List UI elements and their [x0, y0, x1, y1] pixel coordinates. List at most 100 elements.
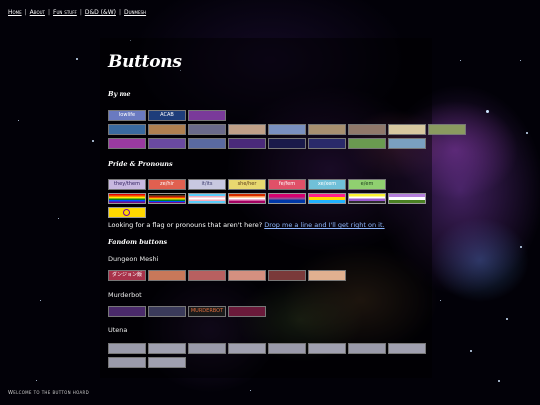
button-88x31[interactable] [108, 306, 146, 317]
button-88x31[interactable] [308, 124, 346, 135]
button-88x31[interactable] [388, 138, 426, 149]
button-88x31[interactable] [148, 138, 186, 149]
fandom-title-utena: Utena [108, 326, 128, 334]
request-note-text: Looking for a flag or pronouns that aren… [108, 221, 263, 229]
nav-separator: | [118, 9, 121, 16]
button-88x31[interactable]: ダンジョン飯 [108, 270, 146, 281]
button-88x31[interactable] [188, 110, 226, 121]
button-88x31[interactable] [148, 357, 186, 368]
button-88x31[interactable] [228, 306, 266, 317]
star [520, 246, 522, 248]
star [18, 120, 19, 121]
nav-fun-stuff-link[interactable]: Fun stuff [53, 9, 77, 16]
button-88x31[interactable] [228, 124, 266, 135]
button-88x31[interactable] [308, 343, 346, 354]
button-88x31[interactable] [348, 124, 386, 135]
top-nav: Home | About | Fun stuff | D&D (&W) | Dunmesh [8, 9, 146, 16]
button-88x31[interactable]: ACAB [148, 110, 186, 121]
button-88x31[interactable] [108, 343, 146, 354]
button-88x31[interactable] [308, 138, 346, 149]
flag-ring [123, 209, 130, 216]
star [526, 132, 528, 134]
pride-flag-button[interactable] [188, 193, 226, 204]
flag-row [108, 207, 146, 218]
fandom-title-murderbot: Murderbot [108, 291, 142, 299]
pride-flag-button[interactable] [108, 207, 146, 218]
star [498, 380, 500, 382]
button-88x31[interactable] [188, 124, 226, 135]
flag-row [108, 193, 426, 204]
button-88x31[interactable]: ze/hir [148, 179, 186, 190]
button-88x31[interactable] [188, 138, 226, 149]
nav-dunmesh-link[interactable]: Dunmesh [124, 9, 146, 16]
button-88x31[interactable] [108, 124, 146, 135]
pride-flag-button[interactable] [108, 193, 146, 204]
star [36, 380, 37, 381]
button-88x31[interactable] [268, 124, 306, 135]
nav-about-link[interactable]: About [30, 9, 45, 16]
star [506, 318, 508, 320]
section-heading-by-me: By me [108, 90, 131, 98]
pride-flag-button[interactable] [228, 193, 266, 204]
fandom-row: ダンジョン飯 [108, 270, 346, 281]
button-88x31[interactable] [308, 270, 346, 281]
contact-link[interactable]: Drop me a line and I'll get right on it. [264, 221, 384, 229]
button-88x31[interactable]: e/em [348, 179, 386, 190]
content-panel [100, 38, 432, 378]
button-88x31[interactable] [188, 270, 226, 281]
button-88x31[interactable]: it/its [188, 179, 226, 190]
button-88x31[interactable]: fe/fem [268, 179, 306, 190]
button-88x31[interactable]: MURDERBOT [188, 306, 226, 317]
pride-flag-button[interactable] [388, 193, 426, 204]
button-88x31[interactable] [148, 270, 186, 281]
fandom-row [108, 343, 426, 354]
button-88x31[interactable] [228, 138, 266, 149]
by-me-row [108, 124, 466, 135]
button-88x31[interactable]: she/her [228, 179, 266, 190]
button-88x31[interactable] [188, 343, 226, 354]
button-88x31[interactable] [268, 138, 306, 149]
pronoun-row: they/them ze/hir it/its she/her fe/fem xe/xem… [108, 179, 386, 190]
button-88x31[interactable] [108, 357, 146, 368]
star [92, 140, 94, 142]
nav-separator: | [24, 9, 27, 16]
page-title: Buttons [108, 52, 182, 72]
button-88x31[interactable] [228, 343, 266, 354]
by-me-row [108, 138, 426, 149]
button-88x31[interactable]: lowlife [108, 110, 146, 121]
button-88x31[interactable] [148, 306, 186, 317]
button-88x31[interactable] [428, 124, 466, 135]
section-heading-pride: Pride & Pronouns [108, 160, 173, 168]
star [250, 390, 251, 391]
pride-flag-button[interactable] [308, 193, 346, 204]
button-88x31[interactable] [348, 138, 386, 149]
star [460, 60, 461, 61]
by-me-row: lowlife ACAB [108, 110, 226, 121]
pride-flag-button[interactable] [268, 193, 306, 204]
star [58, 218, 59, 219]
nav-separator: | [79, 9, 82, 16]
button-88x31[interactable]: xe/xem [308, 179, 346, 190]
fandom-row: MURDERBOT [108, 306, 266, 317]
nav-dnd-link[interactable]: D&D (&W) [85, 9, 116, 16]
button-88x31[interactable]: they/them [108, 179, 146, 190]
button-88x31[interactable] [388, 124, 426, 135]
nav-home-link[interactable]: Home [8, 9, 22, 16]
star [440, 300, 441, 301]
button-88x31[interactable] [268, 343, 306, 354]
button-88x31[interactable] [348, 343, 386, 354]
button-88x31[interactable] [148, 124, 186, 135]
fandom-row [108, 357, 186, 368]
button-88x31[interactable] [268, 270, 306, 281]
pride-flag-button[interactable] [348, 193, 386, 204]
button-88x31[interactable] [148, 343, 186, 354]
button-88x31[interactable] [108, 138, 146, 149]
star [40, 300, 41, 301]
star [520, 60, 521, 61]
button-88x31[interactable] [388, 343, 426, 354]
star [76, 58, 78, 60]
fandom-title-dungeon-meshi: Dungeon Meshi [108, 255, 159, 263]
pride-flag-button[interactable] [148, 193, 186, 204]
button-88x31[interactable] [228, 270, 266, 281]
nav-separator: | [47, 9, 51, 16]
